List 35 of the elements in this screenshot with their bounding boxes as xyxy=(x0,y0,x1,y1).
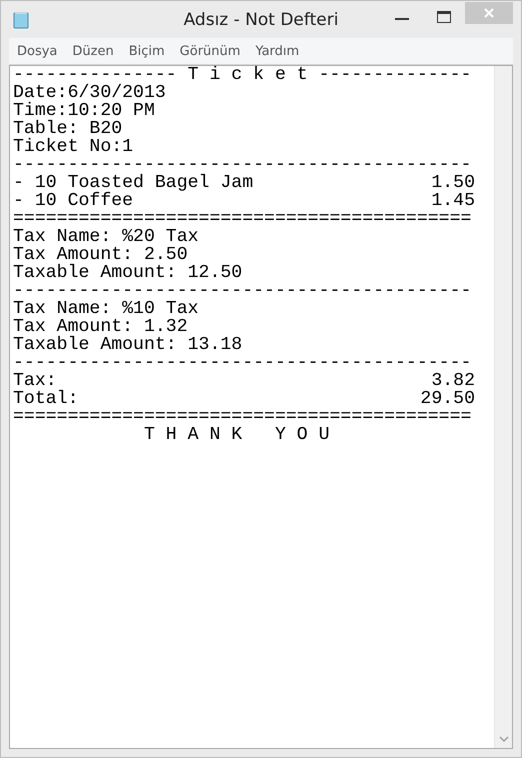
notepad-icon xyxy=(13,10,29,28)
text-line: Ticket No:1 xyxy=(13,138,134,156)
menu-item[interactable]: Biçim xyxy=(128,44,165,58)
line-label: Total: xyxy=(13,390,78,408)
text-line: Tax Amount: 2.50 xyxy=(13,246,189,264)
line-label: Tax: xyxy=(13,372,57,390)
line-label: - 10 Toasted Bagel Jam xyxy=(13,174,254,192)
line-amount: 3.82 xyxy=(431,372,475,390)
menu-item[interactable]: Dosya xyxy=(17,44,58,58)
menu-item[interactable]: Düzen xyxy=(72,44,114,58)
text-line: --------------- T i c k e t -------------- xyxy=(13,66,472,84)
line-label: - 10 Coffee xyxy=(13,192,134,210)
text-line: Time:10:20 PM xyxy=(13,102,156,120)
text-line: T H A N K Y O U xyxy=(142,426,331,444)
line-amount: 29.50 xyxy=(420,390,475,408)
separator-line: ========================================== xyxy=(13,210,472,228)
text-line: Tax Amount: 1.32 xyxy=(13,318,189,336)
separator-line: ------------------------------------------ xyxy=(13,354,472,372)
window-title: Adsız - Not Defteri xyxy=(184,10,338,30)
text-line: Taxable Amount: 12.50 xyxy=(13,264,244,282)
separator-line: ========================================== xyxy=(13,408,472,426)
separator-line: ------------------------------------------ xyxy=(13,156,472,174)
close-icon xyxy=(483,7,495,19)
text-line: Tax Name: %10 Tax xyxy=(13,300,200,318)
text-line: Tax Name: %20 Tax xyxy=(13,228,200,246)
text-line: Table: B20 xyxy=(13,120,124,138)
line-amount: 1.50 xyxy=(431,174,475,192)
separator-line: ------------------------------------------ xyxy=(13,282,472,300)
maximize-icon[interactable] xyxy=(437,11,451,23)
text-line: Date:6/30/2013 xyxy=(13,84,167,102)
text-line: Taxable Amount: 13.18 xyxy=(13,336,244,354)
line-amount: 1.45 xyxy=(431,192,475,210)
menu-item[interactable]: Görünüm xyxy=(180,44,240,58)
menu-item[interactable]: Yardım xyxy=(255,44,300,58)
scrollbar[interactable] xyxy=(494,66,512,748)
